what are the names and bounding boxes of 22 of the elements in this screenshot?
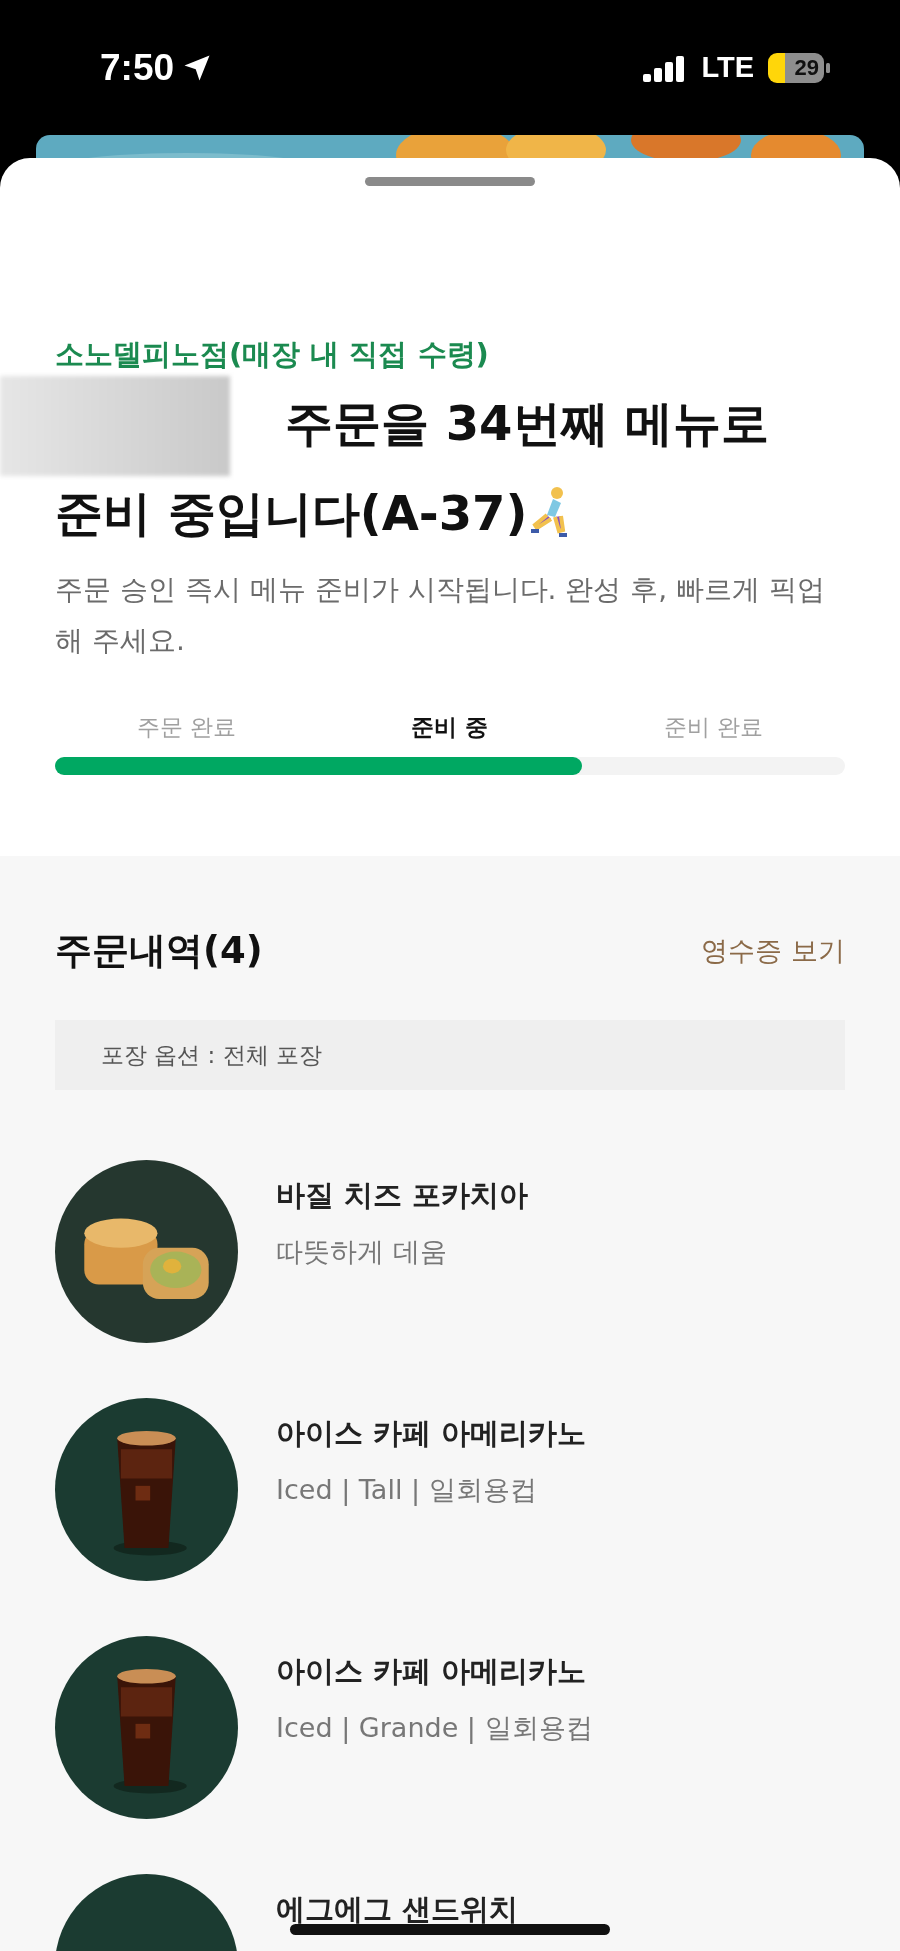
packaging-option: 포장 옵션 : 전체 포장 (55, 1020, 845, 1090)
item-name: 아이스 카페 아메리카노 (276, 1415, 587, 1452)
order-description: 주문 승인 즉시 메뉴 준비가 시작됩니다. 완성 후, 빠르게 픽업해 주세요. (55, 572, 826, 659)
item-option: Iced | Tall | 일회용컵 (276, 1472, 587, 1508)
receipt-link[interactable]: 영수증 보기 (701, 933, 845, 969)
progress-step: 준비 중 (318, 712, 582, 743)
item-option: 따뜻하게 데움 (276, 1234, 529, 1270)
item-option: Iced | Grande | 일회용컵 (276, 1710, 593, 1746)
network-label: LTE (701, 51, 754, 84)
battery-level: 29 (768, 52, 824, 83)
order-status-title: 주문을 34번째 메뉴로 (285, 394, 770, 453)
item-name: 아이스 카페 아메리카노 (276, 1653, 588, 1690)
order-history-title: 주문내역(4) (55, 928, 263, 974)
store-name: 소노델피노점(매장 내 직접 수령) (55, 336, 490, 373)
progress-step: 주문 완료 (55, 712, 319, 743)
item-name: 바질 치즈 포카치아 (276, 1177, 529, 1214)
order-status-title: 준비 중입니다(A-37) (55, 484, 528, 543)
battery-tip-icon (826, 62, 830, 73)
clock-time: 7:50 (100, 46, 175, 89)
progress-step: 준비 완료 (581, 712, 845, 743)
sheet-handle[interactable] (365, 177, 535, 186)
item-name: 에그에그 샌드위치 (276, 1891, 519, 1928)
